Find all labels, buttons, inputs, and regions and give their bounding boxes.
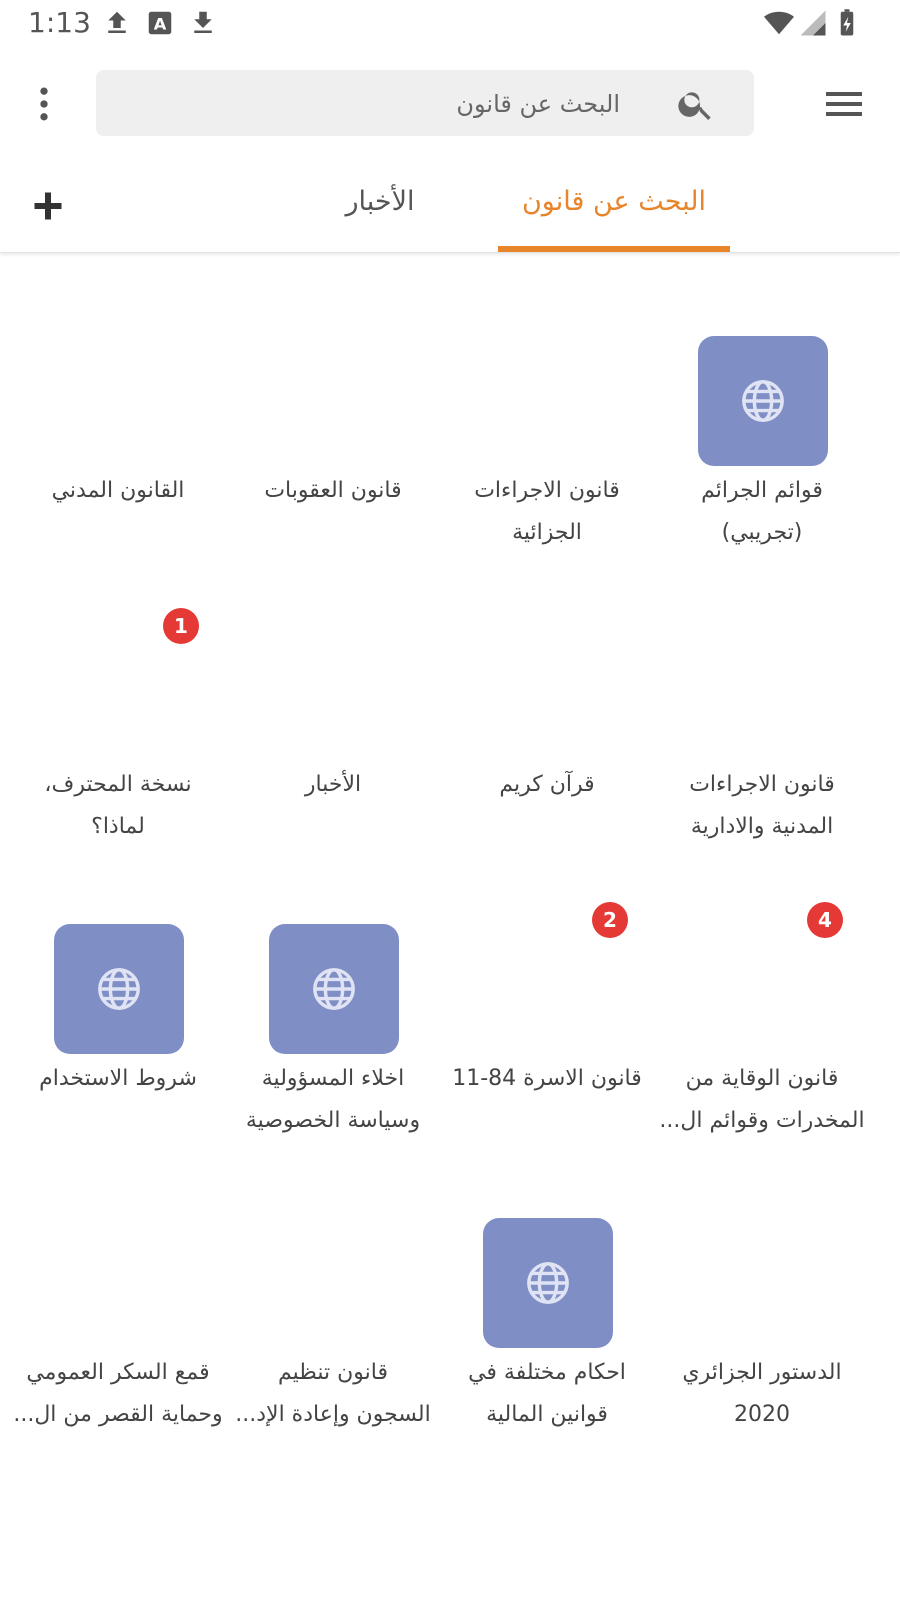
- label-line-2: السجون وإعادة الإد...: [235, 1402, 431, 1427]
- grid-item-label: القانون المدني: [9, 470, 227, 512]
- label-line-1: قانون تنظيم: [278, 1360, 388, 1385]
- label-line-2: (تجريبي): [721, 520, 803, 545]
- grid-item-constitution-2020[interactable]: الدستور الجزائري 2020: [653, 1182, 871, 1462]
- tile: [698, 336, 828, 466]
- label-line-1: نسخة المحترف،: [44, 772, 192, 797]
- grid-item-criminal-procedure[interactable]: قانون الاجراءات الجزائية: [438, 300, 656, 580]
- label-line-1: قمع السكر العمومي: [26, 1360, 210, 1385]
- grid-item-drug-prevention[interactable]: 4 قانون الوقاية من المخدرات وقوائم ال...: [653, 888, 871, 1168]
- globe-icon: [98, 968, 140, 1010]
- status-time: 1:13: [28, 6, 91, 39]
- notification-badge: 2: [592, 902, 628, 938]
- grid-item-public-drunkenness[interactable]: قمع السكر العمومي وحماية القصر من ال...: [9, 1182, 227, 1462]
- grid-item-finance-laws[interactable]: احكام مختلفة في قوانين المالية: [438, 1182, 656, 1462]
- signal-icon: [800, 10, 826, 36]
- grid-item-label: قانون تنظيم السجون وإعادة الإد...: [224, 1352, 442, 1436]
- grid-item-label: الدستور الجزائري 2020: [653, 1352, 871, 1436]
- grid-item-news[interactable]: الأخبار: [224, 594, 442, 874]
- label-line-1: القانون المدني: [51, 478, 185, 503]
- search-input[interactable]: [218, 80, 622, 128]
- label-line-1: شروط الاستخدام: [39, 1066, 197, 1091]
- app-bar: [0, 50, 900, 160]
- grid-item-label: قانون الاسرة 84-11: [438, 1058, 656, 1100]
- search-icon[interactable]: [676, 84, 716, 124]
- tab-bar: الأخبار البحث عن قانون: [0, 166, 900, 253]
- tile: [269, 924, 399, 1054]
- grid-item-label: قانون الاجراءات المدنية والادارية: [653, 764, 871, 848]
- tab-search-law-label: البحث عن قانون: [521, 186, 707, 217]
- notification-badge: 1: [163, 608, 199, 644]
- grid-item-label: قانون العقوبات: [224, 470, 442, 512]
- grid-item-label: قوائم الجرائم (تجريبي): [653, 470, 871, 554]
- grid-item-disclaimer-privacy[interactable]: اخلاء المسؤولية وسياسة الخصوصية: [224, 888, 442, 1168]
- grid-item-prisons-law[interactable]: قانون تنظيم السجون وإعادة الإد...: [224, 1182, 442, 1462]
- text-a-icon: A: [148, 11, 172, 35]
- label-line-1: قانون الوقاية من: [685, 1066, 839, 1091]
- active-tab-indicator: [498, 246, 730, 252]
- plus-icon: [34, 192, 62, 220]
- label-line-1: اخلاء المسؤولية: [261, 1066, 405, 1091]
- grid-item-pro-version[interactable]: 1 نسخة المحترف، لماذا؟: [9, 594, 227, 874]
- globe-icon: [527, 1262, 569, 1304]
- label-line-1: قوائم الجرائم: [701, 478, 823, 503]
- label-line-1: الدستور الجزائري: [682, 1360, 842, 1385]
- label-line-1: احكام مختلفة في: [468, 1360, 626, 1385]
- label-line-1: قانون الاجراءات: [474, 478, 620, 503]
- tile: [54, 924, 184, 1054]
- grid-item-penal-code[interactable]: قانون العقوبات: [224, 300, 442, 580]
- grid-item-crime-lists[interactable]: قوائم الجرائم (تجريبي): [653, 300, 871, 580]
- label-line-2: وسياسة الخصوصية: [245, 1108, 421, 1133]
- label-line-2: وحماية القصر من ال...: [13, 1402, 223, 1427]
- upload-icon: [108, 11, 126, 33]
- label-line-1: قانون الاجراءات: [689, 772, 835, 797]
- grid-item-label: الأخبار: [224, 764, 442, 806]
- download-icon: [194, 11, 212, 33]
- label-line-2: قوانين المالية: [486, 1402, 608, 1427]
- add-button[interactable]: [30, 188, 66, 224]
- notification-badge: 4: [807, 902, 843, 938]
- label-line-2: المخدرات وقوائم ال...: [659, 1108, 865, 1133]
- grid-item-civil-code[interactable]: القانون المدني: [9, 300, 227, 580]
- grid-item-label: اخلاء المسؤولية وسياسة الخصوصية: [224, 1058, 442, 1142]
- grid-item-label: قانون الوقاية من المخدرات وقوائم ال...: [653, 1058, 871, 1142]
- label-line-1: قرآن كريم: [499, 772, 595, 797]
- svg-text:A: A: [154, 14, 167, 33]
- grid-item-label: نسخة المحترف، لماذا؟: [9, 764, 227, 848]
- tab-news-label: الأخبار: [345, 186, 415, 217]
- grid-item-label: قمع السكر العمومي وحماية القصر من ال...: [9, 1352, 227, 1436]
- status-bar: 1:13 A: [0, 0, 900, 48]
- globe-icon: [313, 968, 355, 1010]
- grid-item-terms-of-use[interactable]: شروط الاستخدام: [9, 888, 227, 1168]
- battery-icon: [840, 9, 854, 36]
- label-line-1: الأخبار: [304, 772, 362, 797]
- tab-news[interactable]: الأخبار: [320, 166, 440, 252]
- more-vert-icon: [40, 87, 48, 121]
- tab-search-law[interactable]: البحث عن قانون: [498, 166, 730, 252]
- grid-item-label: قرآن كريم: [438, 764, 656, 806]
- menu-icon: [826, 92, 862, 116]
- label-line-1: قانون العقوبات: [264, 478, 402, 503]
- label-line-2: المدنية والادارية: [690, 814, 834, 839]
- globe-icon: [742, 380, 784, 422]
- menu-button[interactable]: [820, 80, 868, 128]
- label-line-2: الجزائية: [512, 520, 582, 545]
- wifi-icon: [764, 11, 794, 35]
- grid-item-quran[interactable]: قرآن كريم: [438, 594, 656, 874]
- label-line-2: 2020: [734, 1402, 790, 1427]
- grid-item-family-code[interactable]: 2 قانون الاسرة 84-11: [438, 888, 656, 1168]
- grid-item-civil-administrative-procedure[interactable]: قانون الاجراءات المدنية والادارية: [653, 594, 871, 874]
- grid-item-label: احكام مختلفة في قوانين المالية: [438, 1352, 656, 1436]
- grid-item-label: شروط الاستخدام: [9, 1058, 227, 1100]
- label-line-2: لماذا؟: [91, 814, 145, 839]
- tile: [483, 1218, 613, 1348]
- search-box[interactable]: [96, 70, 754, 136]
- grid-item-label: قانون الاجراءات الجزائية: [438, 470, 656, 554]
- label-line-1: قانون الاسرة 84-11: [452, 1066, 642, 1091]
- more-options-button[interactable]: [22, 82, 66, 126]
